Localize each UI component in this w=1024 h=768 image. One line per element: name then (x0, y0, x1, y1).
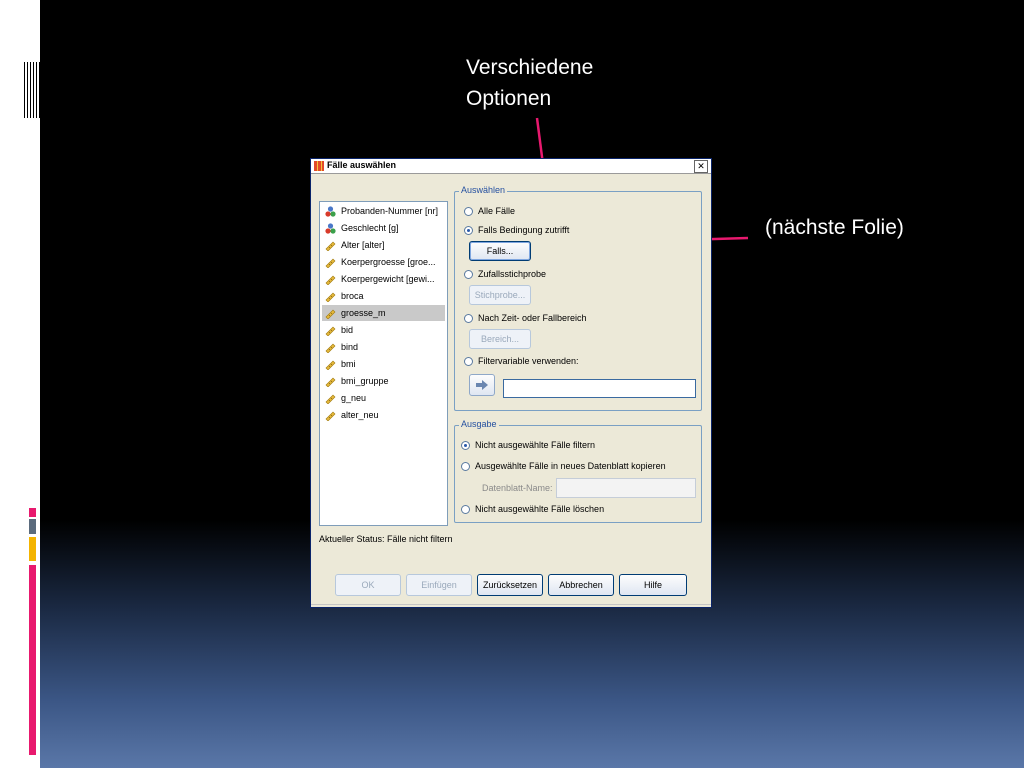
spss-dialog-icon (314, 161, 324, 171)
arrow-right-icon (476, 380, 488, 390)
output-group: Ausgabe Nicht ausgewählte Fälle filtern … (454, 419, 702, 523)
scale-variable-icon (325, 308, 336, 320)
scale-variable-icon (325, 393, 336, 405)
label-filter-variable: Filtervariable verwenden: (478, 356, 579, 366)
select-cases-dialog: Fälle auswählen ✕ Probanden-Nummer [nr] G… (310, 158, 712, 608)
select-group: Auswählen Alle Fälle Falls Bedingung zut… (454, 185, 702, 411)
variable-label: bmi (341, 359, 356, 369)
variable-list-item[interactable]: Probanden-Nummer [nr] (322, 203, 445, 219)
dialog-bottom-separator (311, 604, 711, 605)
variable-label: Alter [alter] (341, 240, 385, 250)
variable-label: bid (341, 325, 354, 335)
variable-label: groesse_m (341, 308, 386, 318)
variable-label: bmi_gruppe (341, 376, 389, 386)
variable-list-item[interactable]: bind (322, 339, 445, 355)
scale-variable-icon (325, 274, 336, 286)
scale-variable-icon (325, 410, 336, 422)
scale-variable-icon (325, 257, 336, 269)
close-icon[interactable]: ✕ (694, 160, 708, 173)
scale-variable-icon (325, 291, 336, 303)
label-all-cases: Alle Fälle (478, 206, 516, 216)
range-button[interactable]: Bereich... (469, 329, 531, 349)
label-if-condition: Falls Bedingung zutrifft (478, 225, 570, 235)
variable-list-item[interactable]: groesse_m (322, 305, 445, 321)
label-random-sample: Zufallsstichprobe (478, 269, 547, 279)
scale-variable-icon (325, 359, 336, 371)
variable-list-item[interactable]: alter_neu (322, 407, 445, 423)
scale-variable-icon (325, 342, 336, 354)
cancel-button[interactable]: Abbrechen (548, 574, 614, 596)
filter-variable-field[interactable] (503, 379, 696, 398)
variable-label: Koerpergewicht [gewi... (341, 274, 435, 284)
reset-button[interactable]: Zurücksetzen (477, 574, 543, 596)
dialog-title: Fälle auswählen (327, 160, 397, 170)
radio-delete[interactable] (461, 505, 470, 514)
variable-label: Geschlecht [g] (341, 223, 399, 233)
nominal-variable-icon (325, 206, 336, 217)
variable-list-item[interactable]: g_neu (322, 390, 445, 406)
variable-label: Koerpergroesse [groe... (341, 257, 436, 267)
label-delete: Nicht ausgewählte Fälle löschen (475, 504, 605, 514)
help-button[interactable]: Hilfe (619, 574, 687, 596)
variable-label: Probanden-Nummer [nr] (341, 206, 439, 216)
scale-variable-icon (325, 240, 336, 252)
scale-variable-icon (325, 376, 336, 388)
variable-list-item[interactable]: Koerpergewicht [gewi... (322, 271, 445, 287)
variable-list-item[interactable]: bmi (322, 356, 445, 372)
variable-list-item[interactable]: Alter [alter] (322, 237, 445, 253)
variable-label: broca (341, 291, 364, 301)
dialog-titlebar: Fälle auswählen ✕ (311, 159, 711, 174)
variable-label: g_neu (341, 393, 367, 403)
variable-list[interactable]: Probanden-Nummer [nr] Geschlecht [g] Alter… (319, 201, 448, 526)
radio-all-cases[interactable] (464, 207, 473, 216)
variable-list-item[interactable]: bid (322, 322, 445, 338)
radio-filter-out[interactable] (461, 441, 470, 450)
variable-list-item[interactable]: Koerpergroesse [groe... (322, 254, 445, 270)
variable-label: bind (341, 342, 359, 352)
move-variable-button[interactable] (469, 374, 495, 396)
radio-filter-variable[interactable] (464, 357, 473, 366)
radio-if-condition[interactable] (464, 226, 473, 235)
label-range: Nach Zeit- oder Fallbereich (478, 313, 587, 323)
variable-list-item[interactable]: bmi_gruppe (322, 373, 445, 389)
if-button[interactable]: Falls... (469, 241, 531, 261)
ok-button[interactable]: OK (335, 574, 401, 596)
radio-random-sample[interactable] (464, 270, 473, 279)
label-dataset-name: Datenblatt-Name: (482, 483, 553, 493)
variable-label: alter_neu (341, 410, 379, 420)
status-text: Aktueller Status: Fälle nicht filtern (319, 534, 453, 544)
radio-copy-dataset[interactable] (461, 462, 470, 471)
variable-list-item[interactable]: Geschlecht [g] (322, 220, 445, 236)
label-copy-dataset: Ausgewählte Fälle in neues Datenblatt ko… (475, 461, 666, 471)
nominal-variable-icon (325, 223, 336, 234)
paste-button[interactable]: Einfügen (406, 574, 472, 596)
scale-variable-icon (325, 325, 336, 337)
label-filter-out: Nicht ausgewählte Fälle filtern (475, 440, 596, 450)
sample-button[interactable]: Stichprobe... (469, 285, 531, 305)
variable-list-item[interactable]: broca (322, 288, 445, 304)
select-group-legend: Auswählen (459, 185, 508, 195)
dataset-name-field[interactable] (556, 478, 696, 498)
output-group-legend: Ausgabe (459, 419, 499, 429)
radio-range[interactable] (464, 314, 473, 323)
